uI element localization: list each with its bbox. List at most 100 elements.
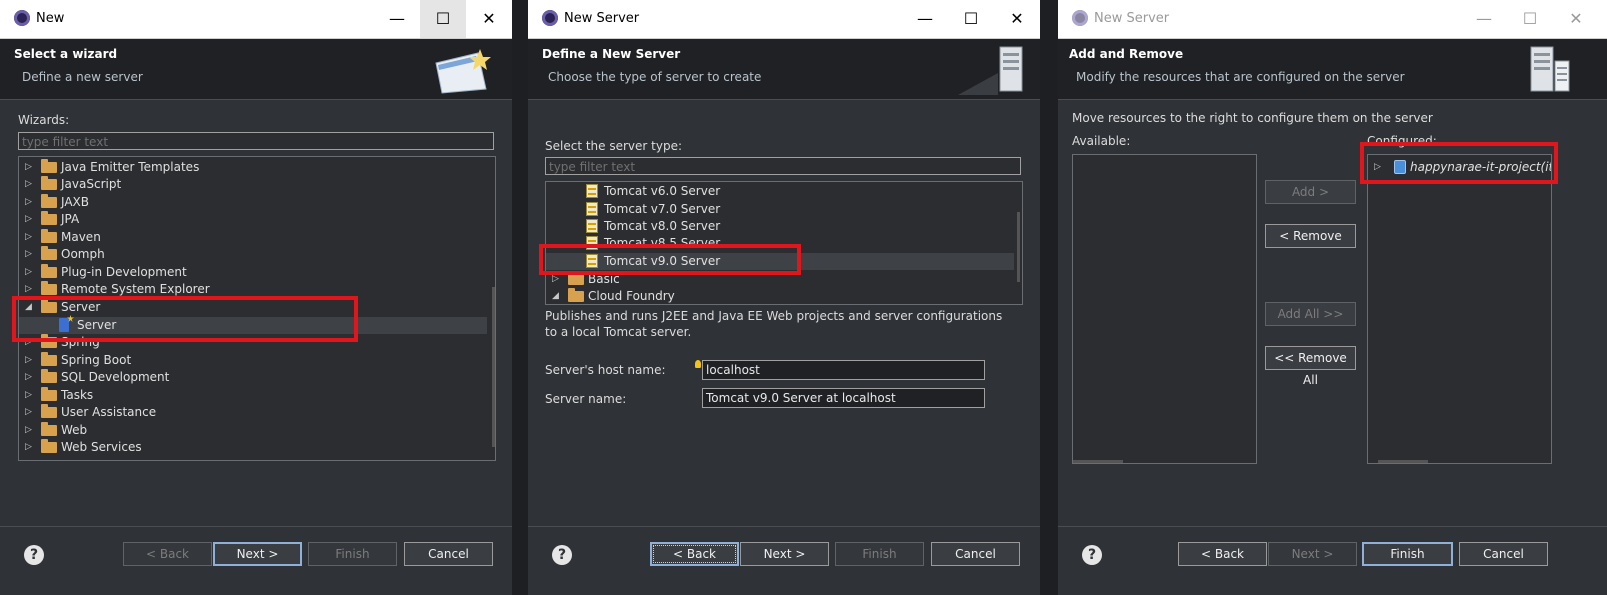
page-title: Define a New Server xyxy=(542,47,681,61)
eclipse-icon xyxy=(14,10,30,26)
title-bar: New Server — ☐ ✕ xyxy=(528,0,1040,39)
tree-item[interactable]: ▷ Oomph xyxy=(19,246,495,263)
tomcat-server-icon xyxy=(586,202,598,216)
tree-item[interactable]: ▷ JavaScript xyxy=(19,176,495,193)
tree-item[interactable]: ▷ Tasks xyxy=(19,387,495,404)
eclipse-icon xyxy=(1072,10,1088,26)
server-name-input[interactable]: Tomcat v9.0 Server at localhost xyxy=(702,388,985,408)
tree-item[interactable]: ▷ JPA xyxy=(19,211,495,228)
tree-item[interactable]: ▷ User Assistance xyxy=(19,404,495,421)
page-title: Select a wizard xyxy=(14,47,118,61)
instruction-text: Move resources to the right to configure… xyxy=(1072,111,1433,125)
folder-icon xyxy=(568,288,584,302)
tree-item[interactable]: ▷ Plug-in Development xyxy=(19,264,495,281)
expand-arrow-icon[interactable]: ▷ xyxy=(25,352,32,369)
content-assist-icon xyxy=(695,360,701,368)
tree-item[interactable]: ▷ SQL Development xyxy=(19,369,495,386)
next-button[interactable]: Next > xyxy=(213,542,302,566)
remove-all-button[interactable]: << Remove All xyxy=(1265,346,1356,387)
maximize-button[interactable]: ☐ xyxy=(1507,0,1553,38)
new-wizard-banner-icon xyxy=(435,49,491,94)
folder-icon xyxy=(41,404,57,418)
finish-button[interactable]: Finish xyxy=(835,542,924,566)
minimize-button[interactable]: — xyxy=(1461,0,1507,38)
cancel-button[interactable]: Cancel xyxy=(931,542,1020,566)
new-wizard-dialog: New — ☐ ✕ Select a wizard Define a new s… xyxy=(0,0,512,595)
expand-arrow-icon[interactable]: ▷ xyxy=(25,404,32,421)
tree-item[interactable]: ▷ Web Services xyxy=(19,439,495,456)
expand-arrow-icon[interactable]: ▷ xyxy=(25,159,32,176)
folder-icon xyxy=(41,387,57,401)
list-scrollbar[interactable] xyxy=(1073,460,1123,463)
host-name-label: Server's host name: xyxy=(545,363,666,377)
expand-arrow-icon[interactable]: ▷ xyxy=(25,211,32,228)
expand-arrow-icon[interactable]: ▷ xyxy=(25,194,32,211)
expand-arrow-icon[interactable]: ▷ xyxy=(25,422,32,439)
tree-item[interactable]: ◢ Cloud Foundry xyxy=(546,288,1022,304)
back-button[interactable]: < Back xyxy=(1178,542,1267,566)
server-name-label: Server name: xyxy=(545,392,627,406)
maximize-button[interactable]: ☐ xyxy=(948,0,994,38)
title-bar: New Server — ☐ ✕ xyxy=(1058,0,1607,39)
tree-item[interactable]: Tomcat v8.0 Server xyxy=(546,218,1022,235)
filter-input[interactable]: type filter text xyxy=(545,157,1021,175)
close-button[interactable]: ✕ xyxy=(466,0,512,38)
cancel-button[interactable]: Cancel xyxy=(1459,542,1548,566)
available-list[interactable] xyxy=(1072,154,1257,464)
server-type-tree[interactable]: Tomcat v6.0 Server Tomcat v7.0 Server To… xyxy=(545,181,1023,305)
minimize-button[interactable]: — xyxy=(902,0,948,38)
tree-item[interactable]: Tomcat v7.0 Server xyxy=(546,201,1022,218)
configured-list[interactable]: ▷ happynarae-it-project(itap xyxy=(1367,154,1552,464)
folder-icon xyxy=(41,159,57,173)
cancel-button[interactable]: Cancel xyxy=(404,542,493,566)
new-server-dialog: New Server — ☐ ✕ Define a New Server Cho… xyxy=(528,0,1040,595)
expand-arrow-icon[interactable]: ▷ xyxy=(25,264,32,281)
folder-icon xyxy=(41,352,57,366)
tree-item[interactable]: ▷ Spring Boot xyxy=(19,352,495,369)
expand-arrow-icon[interactable]: ▷ xyxy=(25,246,32,263)
tree-item[interactable]: Tomcat v6.0 Server xyxy=(546,183,1022,200)
add-remove-dialog: New Server — ☐ ✕ Add and Remove Modify t… xyxy=(1058,0,1607,595)
close-button[interactable]: ✕ xyxy=(994,0,1040,38)
server-description: Publishes and runs J2EE and Java EE Web … xyxy=(545,309,1003,339)
tree-item[interactable]: ▷ Java Emitter Templates xyxy=(19,159,495,176)
add-button[interactable]: Add > xyxy=(1265,180,1356,204)
next-button[interactable]: Next > xyxy=(740,542,829,566)
highlight-box xyxy=(12,296,358,342)
expand-arrow-icon[interactable]: ▷ xyxy=(25,176,32,193)
expand-arrow-icon[interactable]: ▷ xyxy=(25,387,32,404)
expand-arrow-icon[interactable]: ▷ xyxy=(25,439,32,456)
wizard-header: Add and Remove Modify the resources that… xyxy=(1058,39,1607,100)
title-bar: New — ☐ ✕ xyxy=(0,0,512,39)
help-icon[interactable]: ? xyxy=(24,545,44,565)
folder-icon xyxy=(41,246,57,260)
add-all-button[interactable]: Add All >> xyxy=(1265,302,1356,326)
back-button[interactable]: < Back xyxy=(650,542,739,566)
highlight-box xyxy=(1360,142,1558,184)
maximize-button[interactable]: ☐ xyxy=(420,0,466,38)
finish-button[interactable]: Finish xyxy=(308,542,397,566)
tree-item[interactable]: ▷ Maven xyxy=(19,229,495,246)
help-icon[interactable]: ? xyxy=(1082,545,1102,565)
page-description: Define a new server xyxy=(22,70,143,84)
button-bar: ? < Back Next > Finish Cancel xyxy=(1058,526,1607,595)
tree-item[interactable]: ▷ JAXB xyxy=(19,194,495,211)
tree-item[interactable]: ▷ Web xyxy=(19,422,495,439)
finish-button[interactable]: Finish xyxy=(1362,542,1453,566)
next-button[interactable]: Next > xyxy=(1268,542,1357,566)
remove-button[interactable]: < Remove xyxy=(1265,224,1356,248)
filter-input[interactable]: type filter text xyxy=(18,132,494,150)
host-name-input[interactable]: localhost xyxy=(702,360,985,380)
minimize-button[interactable]: — xyxy=(374,0,420,38)
page-description: Modify the resources that are configured… xyxy=(1076,70,1405,84)
folder-icon xyxy=(41,281,57,295)
list-scrollbar[interactable] xyxy=(1378,460,1428,463)
expand-arrow-icon[interactable]: ▷ xyxy=(25,229,32,246)
back-button[interactable]: < Back xyxy=(123,542,212,566)
expand-arrow-icon[interactable]: ▷ xyxy=(25,369,32,386)
close-button[interactable]: ✕ xyxy=(1553,0,1599,38)
collapse-arrow-icon[interactable]: ◢ xyxy=(552,288,559,304)
tomcat-server-icon xyxy=(586,184,598,198)
editor-background-strip xyxy=(1040,0,1058,595)
help-icon[interactable]: ? xyxy=(552,545,572,565)
